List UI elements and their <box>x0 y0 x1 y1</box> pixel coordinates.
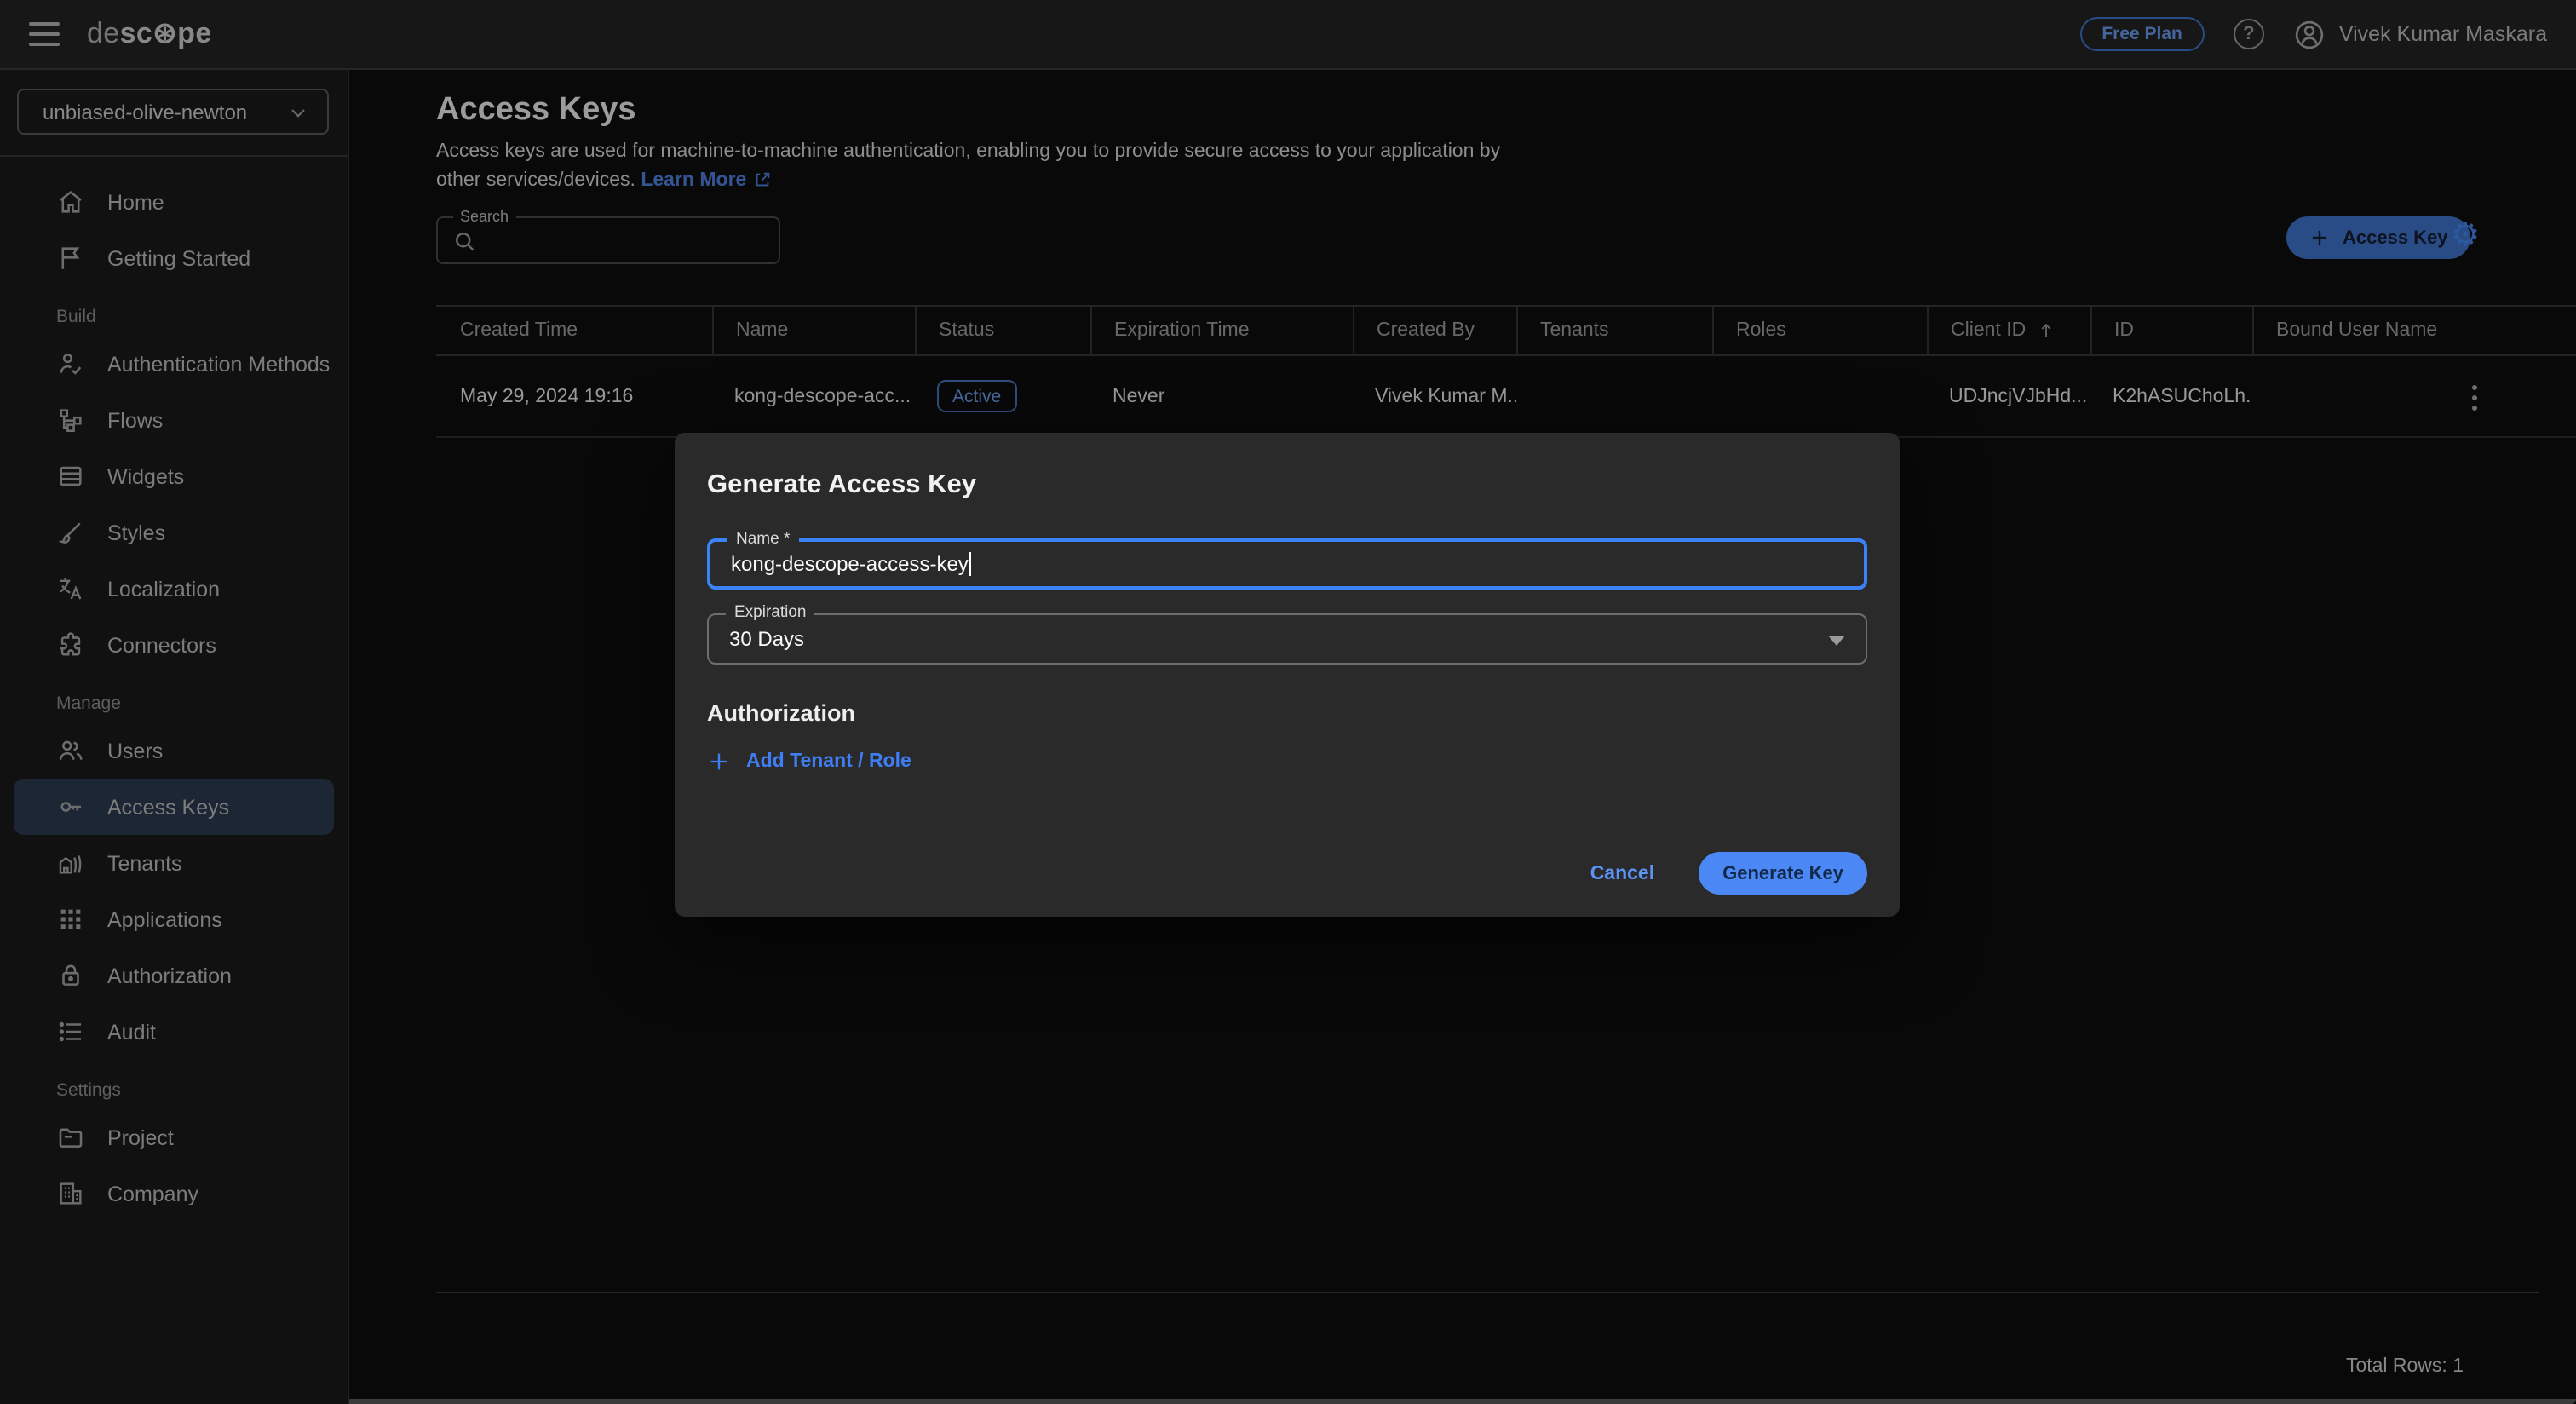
modal-title: Generate Access Key <box>707 470 1867 501</box>
name-input-value: kong-descope-access-key <box>731 552 969 576</box>
expiration-select[interactable]: Expiration 30 Days <box>707 613 1867 665</box>
plus-icon <box>707 750 731 774</box>
add-tenant-role-button[interactable]: Add Tenant / Role <box>707 750 911 774</box>
dropdown-arrow-icon <box>1828 636 1845 646</box>
text-cursor <box>970 552 972 576</box>
name-field: Name * kong-descope-access-key <box>707 538 1867 590</box>
app-viewport: desc⊛pe Free Plan ? Vivek Kumar Maskara … <box>0 0 2576 1404</box>
name-input[interactable]: kong-descope-access-key <box>731 542 972 586</box>
authorization-heading: Authorization <box>707 700 1867 726</box>
cancel-button[interactable]: Cancel <box>1590 863 1654 883</box>
generate-access-key-modal: Generate Access Key Name * kong-descope-… <box>675 433 1900 917</box>
expiration-selected-value: 30 Days <box>729 615 804 663</box>
add-tenant-role-label: Add Tenant / Role <box>746 751 911 772</box>
modal-footer: Cancel Generate Key <box>1590 852 1867 895</box>
generate-key-button[interactable]: Generate Key <box>1699 852 1867 895</box>
